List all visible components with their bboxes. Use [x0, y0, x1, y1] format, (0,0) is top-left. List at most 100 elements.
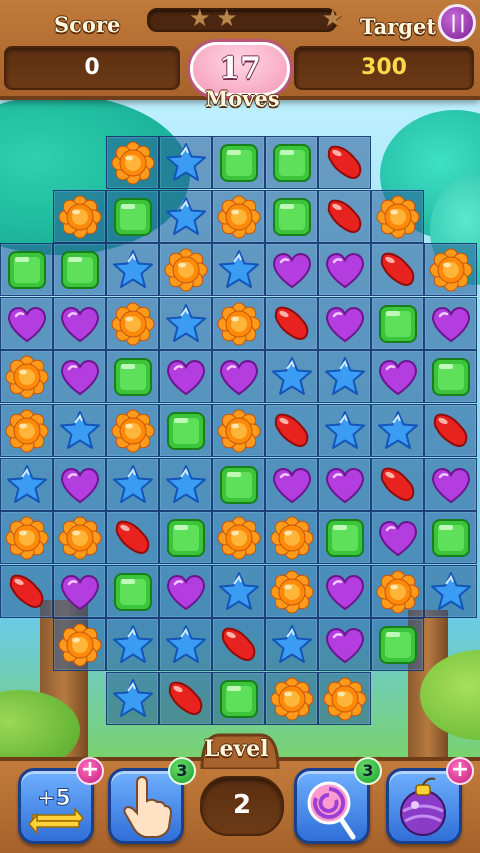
board-cell[interactable] [265, 511, 318, 565]
board-cell[interactable] [424, 296, 477, 350]
pause-button[interactable]: | | [438, 4, 476, 42]
board-cell[interactable] [212, 350, 265, 404]
board-cell[interactable] [212, 243, 265, 297]
board-cell[interactable] [0, 564, 53, 618]
board-cell[interactable] [159, 136, 212, 189]
board-cell[interactable] [265, 564, 318, 618]
board-cell[interactable] [53, 189, 106, 243]
board-cell[interactable] [318, 189, 371, 243]
board-cell[interactable] [318, 136, 371, 189]
board-cell[interactable] [318, 457, 371, 511]
blue-star-candy-icon [166, 196, 206, 235]
board-cell[interactable] [265, 457, 318, 511]
board-cell[interactable] [53, 296, 106, 350]
board-cell[interactable] [212, 511, 265, 565]
board-cell[interactable] [371, 457, 424, 511]
board-cell[interactable] [212, 189, 265, 243]
board-cell[interactable] [0, 243, 53, 297]
board-cell[interactable] [371, 511, 424, 565]
board-cell[interactable] [318, 672, 371, 725]
plus-five-text: +5 [37, 786, 71, 811]
board-cell[interactable] [159, 511, 212, 565]
board-cell[interactable] [212, 404, 265, 457]
board-cell[interactable] [318, 296, 371, 350]
board-cell[interactable] [53, 618, 106, 672]
board-cell[interactable] [371, 618, 424, 672]
board-cell[interactable] [159, 457, 212, 511]
board-cell[interactable] [318, 564, 371, 618]
board-cell[interactable] [424, 350, 477, 404]
board-cell[interactable] [424, 243, 477, 297]
orange-flower-candy-icon [58, 195, 102, 239]
board-cell[interactable] [318, 618, 371, 672]
board-cell[interactable] [371, 243, 424, 297]
board-cell[interactable] [212, 564, 265, 618]
board-cell[interactable] [265, 618, 318, 672]
board-cell[interactable] [265, 243, 318, 297]
board-cell[interactable] [106, 564, 159, 618]
board-cell[interactable] [424, 511, 477, 565]
board-cell[interactable] [424, 564, 477, 618]
board-cell[interactable] [0, 350, 53, 404]
board-cell[interactable] [106, 189, 159, 243]
board-cell[interactable] [371, 564, 424, 618]
board-cell[interactable] [159, 296, 212, 350]
board-cell[interactable] [318, 243, 371, 297]
board-cell[interactable] [265, 189, 318, 243]
green-square-candy-icon [273, 144, 311, 182]
board-cell[interactable] [0, 296, 53, 350]
board-cell[interactable] [371, 189, 424, 243]
board-cell[interactable] [371, 350, 424, 404]
purple-heart-candy-icon [166, 360, 206, 396]
orange-flower-candy-icon [323, 677, 367, 721]
board-cell[interactable] [424, 404, 477, 457]
board-cell[interactable] [0, 404, 53, 457]
board-cell[interactable] [106, 511, 159, 565]
board-cell[interactable] [106, 457, 159, 511]
board-cell[interactable] [159, 618, 212, 672]
booster-bomb-add-badge[interactable]: + [446, 757, 474, 785]
board-cell[interactable] [159, 672, 212, 725]
board-cell[interactable] [212, 672, 265, 725]
board-cell[interactable] [318, 404, 371, 457]
board-cell[interactable] [159, 243, 212, 297]
board-cell[interactable] [265, 672, 318, 725]
board-cell[interactable] [106, 672, 159, 725]
board-cell[interactable] [106, 350, 159, 404]
board-cell[interactable] [265, 296, 318, 350]
board-cell[interactable] [53, 243, 106, 297]
board-cell[interactable] [53, 564, 106, 618]
board-cell[interactable] [106, 618, 159, 672]
board-cell[interactable] [159, 189, 212, 243]
board-cell[interactable] [53, 404, 106, 457]
blue-star-candy-icon [272, 357, 312, 396]
board-cell[interactable] [159, 564, 212, 618]
board-cell[interactable] [106, 404, 159, 457]
board-cell[interactable] [212, 136, 265, 189]
board-cell[interactable] [212, 457, 265, 511]
board-cell[interactable] [371, 404, 424, 457]
board-cell[interactable] [265, 136, 318, 189]
board-cell[interactable] [318, 350, 371, 404]
board-cell[interactable] [159, 404, 212, 457]
board-cell[interactable] [371, 296, 424, 350]
purple-heart-candy-icon [325, 467, 365, 503]
board-cell[interactable] [265, 350, 318, 404]
board-cell[interactable] [53, 457, 106, 511]
booster-plus-five-moves-add-badge[interactable]: + [76, 757, 104, 785]
board-cell[interactable] [0, 457, 53, 511]
board-cell[interactable] [106, 296, 159, 350]
board-cell[interactable] [53, 511, 106, 565]
board-cell[interactable] [106, 136, 159, 189]
board-cell[interactable] [53, 350, 106, 404]
board-cell[interactable] [265, 404, 318, 457]
board-cell[interactable] [159, 350, 212, 404]
board-cell[interactable] [0, 511, 53, 565]
board-cell[interactable] [212, 296, 265, 350]
board-cell[interactable] [212, 618, 265, 672]
board-cell[interactable] [318, 511, 371, 565]
orange-flower-candy-icon [217, 516, 261, 560]
board-cell[interactable] [106, 243, 159, 297]
board-cell[interactable] [424, 457, 477, 511]
score-value: 0 [4, 46, 180, 90]
